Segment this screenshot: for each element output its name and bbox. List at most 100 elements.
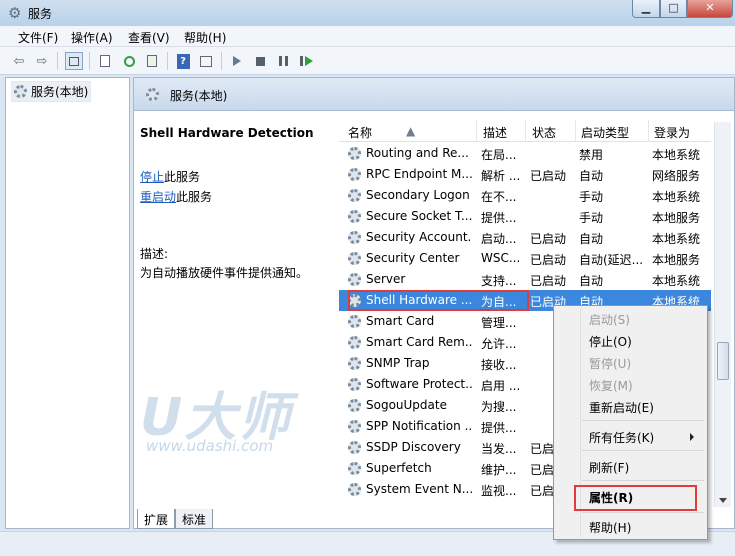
toolbar-divider: [221, 52, 222, 70]
menu-view[interactable]: 查看(V): [128, 29, 170, 46]
show-action-pane-icon[interactable]: [197, 52, 215, 70]
cell-desc: 为搜...: [481, 400, 517, 414]
toolbar-divider: [57, 52, 58, 70]
start-service-icon[interactable]: [228, 52, 246, 70]
stop-service-icon[interactable]: [251, 52, 269, 70]
cell-name: Smart Card: [366, 314, 435, 328]
forward-arrow-icon[interactable]: ⇨: [33, 52, 51, 70]
cell-desc: 当发...: [481, 442, 517, 456]
service-gear-icon: [348, 336, 361, 349]
stop-service-link[interactable]: 停止: [140, 170, 164, 184]
menu-item-resume[interactable]: 恢复(M): [589, 377, 633, 394]
cell-status: 已启动: [530, 274, 567, 288]
cell-desc: 监视...: [481, 484, 517, 498]
restart-service-link[interactable]: 重启动: [140, 190, 176, 204]
menu-item-stop[interactable]: 停止(O): [589, 333, 632, 350]
properties-sheet-icon[interactable]: [96, 52, 114, 70]
column-header-logon-as[interactable]: 登录为: [654, 124, 690, 141]
table-row[interactable]: Security Center WSC... 已启动 自动(延迟... 本地服务: [339, 248, 711, 269]
close-button[interactable]: ✕: [687, 0, 733, 18]
table-row[interactable]: Routing and Re... 在局... 禁用 本地系统: [339, 143, 711, 164]
column-divider[interactable]: [648, 120, 649, 142]
stop-service-line: 停止此服务: [140, 168, 200, 185]
service-gear-icon: [348, 168, 361, 181]
cell-startup: 自动: [579, 274, 604, 288]
description-text: 为自动播放硬件事件提供通知。: [140, 266, 309, 280]
cell-logon: 本地系统: [652, 274, 701, 288]
cell-name: Security Account...: [366, 230, 472, 244]
service-gear-icon: [348, 315, 361, 328]
tree-node-services-local[interactable]: 服务(本地): [11, 81, 92, 102]
cell-startup: 手动: [579, 211, 604, 225]
cell-logon: 本地系统: [652, 148, 701, 162]
description-label: 描述:: [140, 247, 169, 261]
toolbar-divider: [167, 52, 168, 70]
tab-standard[interactable]: 标准: [175, 509, 214, 529]
service-gear-icon: [348, 273, 361, 286]
cell-startup: 禁用: [579, 148, 604, 162]
cell-name: Server: [366, 272, 406, 286]
service-title: Shell Hardware Detection: [140, 126, 314, 140]
vertical-scrollbar[interactable]: [714, 122, 731, 507]
menu-item-pause[interactable]: 暂停(U): [589, 355, 631, 372]
cell-name: SSDP Discovery: [366, 440, 461, 454]
column-header-status[interactable]: 状态: [532, 124, 556, 141]
scroll-down-arrow-icon[interactable]: [719, 498, 727, 503]
refresh-icon[interactable]: [120, 52, 138, 70]
cell-name: Routing and Re...: [366, 146, 469, 160]
table-row[interactable]: Secondary Logon 在不... 手动 本地系统: [339, 185, 711, 206]
cell-name: Secondary Logon: [366, 188, 470, 202]
cell-logon: 网络服务: [652, 169, 701, 183]
pane-header-title: 服务(本地): [170, 89, 228, 103]
menu-file[interactable]: 文件(F): [18, 29, 58, 46]
cell-name: Software Protect...: [366, 377, 472, 391]
cell-desc: 提供...: [481, 211, 517, 225]
service-gear-icon: [348, 378, 361, 391]
menu-item-all-tasks[interactable]: 所有任务(K): [589, 429, 654, 446]
column-header-startup-type[interactable]: 启动类型: [581, 124, 629, 141]
menu-action[interactable]: 操作(A): [71, 29, 113, 46]
cell-name: RPC Endpoint M...: [366, 167, 472, 181]
column-divider[interactable]: [525, 120, 526, 142]
cell-status: 已启动: [530, 253, 567, 267]
scrollbar-thumb[interactable]: [717, 342, 729, 380]
export-list-icon[interactable]: [143, 52, 161, 70]
table-row[interactable]: Secure Socket T... 提供... 手动 本地服务: [339, 206, 711, 227]
menu-item-help[interactable]: 帮助(H): [589, 519, 631, 536]
cell-startup: 自动(延迟...: [579, 253, 644, 267]
menu-bar: 文件(F) 操作(A) 查看(V) 帮助(H): [0, 26, 735, 47]
table-row[interactable]: Server 支持... 已启动 自动 本地系统: [339, 269, 711, 290]
restart-service-icon[interactable]: [297, 52, 315, 70]
menu-help[interactable]: 帮助(H): [184, 29, 226, 46]
cell-logon: 本地服务: [652, 211, 701, 225]
pane-header: 服务(本地): [134, 78, 734, 111]
service-gear-icon: [348, 147, 361, 160]
tab-extended[interactable]: 扩展: [137, 509, 176, 529]
column-divider[interactable]: [476, 120, 477, 142]
pause-service-icon[interactable]: [274, 52, 292, 70]
restart-service-suffix: 此服务: [176, 190, 213, 204]
minimize-button[interactable]: ▁: [632, 0, 660, 18]
cell-name: Superfetch: [366, 461, 432, 475]
menu-item-refresh[interactable]: 刷新(F): [589, 459, 629, 476]
maximize-button[interactable]: □: [660, 0, 687, 18]
menu-item-start[interactable]: 启动(S): [589, 311, 630, 328]
cell-desc: 启动...: [481, 232, 517, 246]
column-header-name[interactable]: 名称: [348, 124, 372, 141]
service-gear-icon: [348, 252, 361, 265]
menu-item-restart[interactable]: 重新启动(E): [589, 399, 654, 416]
cell-logon: 本地服务: [652, 253, 701, 267]
title-bar: ⚙ 服务 ▁ □ ✕: [0, 0, 735, 26]
help-icon[interactable]: ?: [174, 52, 192, 70]
cell-desc: 支持...: [481, 274, 517, 288]
window-title: 服务: [28, 7, 53, 21]
show-console-tree-icon[interactable]: [65, 52, 83, 70]
column-header-description[interactable]: 描述: [483, 124, 507, 141]
back-arrow-icon[interactable]: ⇦: [10, 52, 28, 70]
column-header-row: ▲ 名称 描述 状态 启动类型 登录为: [339, 120, 711, 142]
cell-desc: 在不...: [481, 190, 517, 204]
table-row[interactable]: Security Account... 启动... 已启动 自动 本地系统: [339, 227, 711, 248]
table-row[interactable]: RPC Endpoint M... 解析 ... 已启动 自动 网络服务: [339, 164, 711, 185]
column-divider[interactable]: [575, 120, 576, 142]
cell-logon: 本地系统: [652, 190, 701, 204]
